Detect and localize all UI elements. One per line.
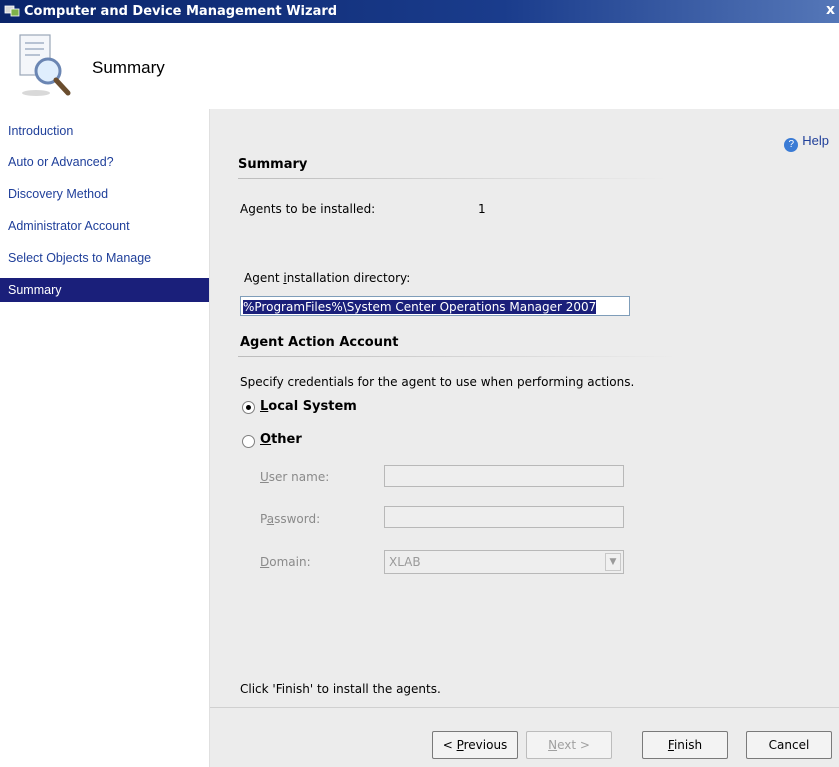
domain-select[interactable]: XLAB ▼ <box>384 550 624 574</box>
domain-label: Domain: <box>260 555 311 569</box>
wizard-header: Summary <box>0 23 839 109</box>
install-dir-label: Agent installation directory: <box>244 271 411 285</box>
agents-to-install-label: Agents to be installed: <box>240 202 376 216</box>
install-directory-input[interactable]: %ProgramFiles%\System Center Operations … <box>240 296 630 316</box>
sidebar-item-select-objects[interactable]: Select Objects to Manage <box>0 246 209 270</box>
user-name-label: User name: <box>260 470 330 484</box>
sidebar-item-administrator-account[interactable]: Administrator Account <box>0 214 209 238</box>
password-label: Password: <box>260 512 321 526</box>
sidebar-item-summary[interactable]: Summary <box>0 278 209 302</box>
help-label: Help <box>802 133 829 148</box>
wizard-steps-sidebar: Introduction Auto or Advanced? Discovery… <box>0 109 210 767</box>
summary-section-title: Summary <box>238 157 308 172</box>
other-label[interactable]: Other <box>260 432 302 447</box>
magnifier-document-icon <box>19 34 71 96</box>
other-radio[interactable] <box>242 435 255 448</box>
user-name-field[interactable] <box>384 465 624 487</box>
help-link[interactable]: ? Help <box>784 133 829 152</box>
wizard-app-icon <box>4 5 20 17</box>
sidebar-item-introduction[interactable]: Introduction <box>0 119 209 143</box>
finish-hint: Click 'Finish' to install the agents. <box>240 682 441 696</box>
finish-button[interactable]: Finish <box>642 731 728 759</box>
chevron-down-icon[interactable]: ▼ <box>605 553 621 571</box>
previous-button[interactable]: < Previous <box>432 731 518 759</box>
local-system-radio[interactable] <box>242 401 255 414</box>
cancel-button[interactable]: Cancel <box>746 731 832 759</box>
help-icon: ? <box>784 138 799 152</box>
agents-to-install-value: 1 <box>478 202 486 216</box>
button-bar-divider <box>210 707 839 708</box>
credentials-instruction: Specify credentials for the agent to use… <box>240 375 635 389</box>
close-icon[interactable]: x <box>826 2 835 18</box>
window-title-bar: Computer and Device Management Wizard x <box>0 0 839 23</box>
local-system-label[interactable]: Local System <box>260 399 357 414</box>
domain-value: XLAB <box>389 555 421 569</box>
wizard-content: ? Help Summary Agents to be installed: 1 … <box>210 109 839 767</box>
action-account-divider <box>238 356 678 357</box>
next-button[interactable]: Next > <box>526 731 612 759</box>
password-field[interactable] <box>384 506 624 528</box>
page-title: Summary <box>92 58 165 77</box>
action-account-section-title: Agent Action Account <box>240 335 399 350</box>
window-title: Computer and Device Management Wizard <box>24 4 338 19</box>
install-directory-value: %ProgramFiles%\System Center Operations … <box>243 300 597 314</box>
sidebar-item-auto-or-advanced[interactable]: Auto or Advanced? <box>0 150 209 174</box>
summary-divider <box>238 178 668 179</box>
sidebar-item-discovery-method[interactable]: Discovery Method <box>0 182 209 206</box>
